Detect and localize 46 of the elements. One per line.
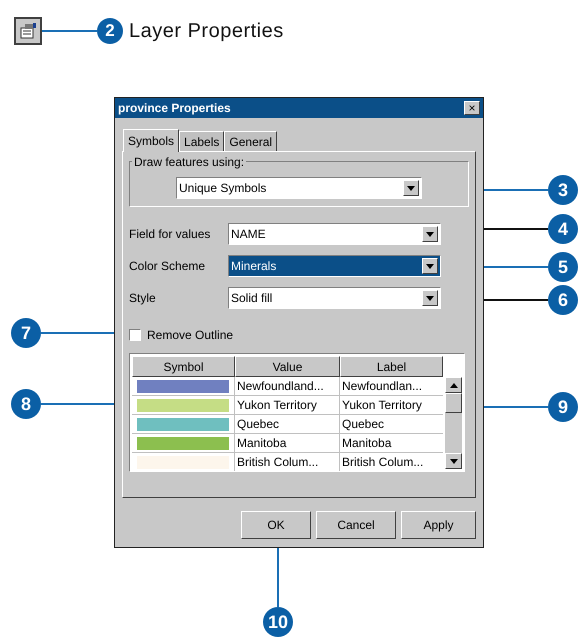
callout-number: 8	[11, 389, 41, 419]
callout-number: 6	[548, 285, 578, 315]
callout-number: 10	[263, 607, 293, 637]
table-cell-text: Newfoundlan...	[341, 378, 424, 395]
dropdown-field[interactable]: Unique Symbols	[176, 177, 422, 199]
tab[interactable]: General	[224, 131, 278, 151]
checkbox[interactable]	[129, 329, 141, 341]
callout-number: 4	[548, 214, 578, 244]
dropdown-field[interactable]: NAME	[228, 223, 441, 245]
layer-properties-toolbar-button[interactable]	[14, 17, 42, 45]
tab[interactable]: Labels	[179, 131, 224, 151]
dropdown-field[interactable]: Solid fill	[228, 287, 441, 309]
close-button[interactable]: ×	[464, 101, 480, 115]
scroll-down-icon[interactable]	[445, 453, 462, 469]
table-cell-text: Quebec	[341, 416, 386, 433]
callout-number: 5	[548, 252, 578, 282]
scroll-thumb[interactable]	[445, 393, 462, 413]
checkbox-label: Remove Outline	[147, 327, 234, 344]
column-header[interactable]: Symbol	[132, 356, 235, 377]
scroll-up-icon[interactable]	[445, 377, 462, 393]
column-header[interactable]: Value	[235, 356, 340, 377]
dialog-button[interactable]: OK	[241, 511, 311, 539]
table-cell-text: Yukon Territory	[341, 397, 423, 414]
callout-number: 2	[97, 18, 123, 44]
table-cell: Manitoba	[235, 434, 340, 452]
dropdown-field[interactable]: Minerals	[228, 255, 441, 277]
column-header[interactable]: Label	[340, 356, 443, 377]
section-title: Layer Properties	[129, 19, 284, 44]
table-cell-text: Manitoba	[341, 435, 392, 452]
dialog-title: province Properties	[118, 100, 232, 117]
table-cell: British Colum...	[235, 453, 340, 471]
field-label: Color Scheme	[129, 258, 206, 275]
field-label: Style	[129, 290, 157, 307]
field-label: Field for values	[129, 226, 212, 243]
table-cell: Quebec	[235, 415, 340, 433]
table-cell-text: British Colum...	[341, 454, 424, 471]
dialog-button[interactable]: Apply	[401, 511, 476, 539]
callout-number: 7	[11, 318, 41, 348]
tab[interactable]: Symbols	[123, 129, 180, 152]
table-cell: Newfoundland...	[235, 377, 340, 395]
properties-icon	[19, 22, 37, 40]
table-cell: Yukon Territory	[235, 396, 340, 414]
callout-number: 3	[548, 175, 578, 205]
callout-number: 9	[548, 392, 578, 422]
scrollbar[interactable]	[445, 377, 462, 469]
dialog-button[interactable]: Cancel	[316, 511, 396, 539]
